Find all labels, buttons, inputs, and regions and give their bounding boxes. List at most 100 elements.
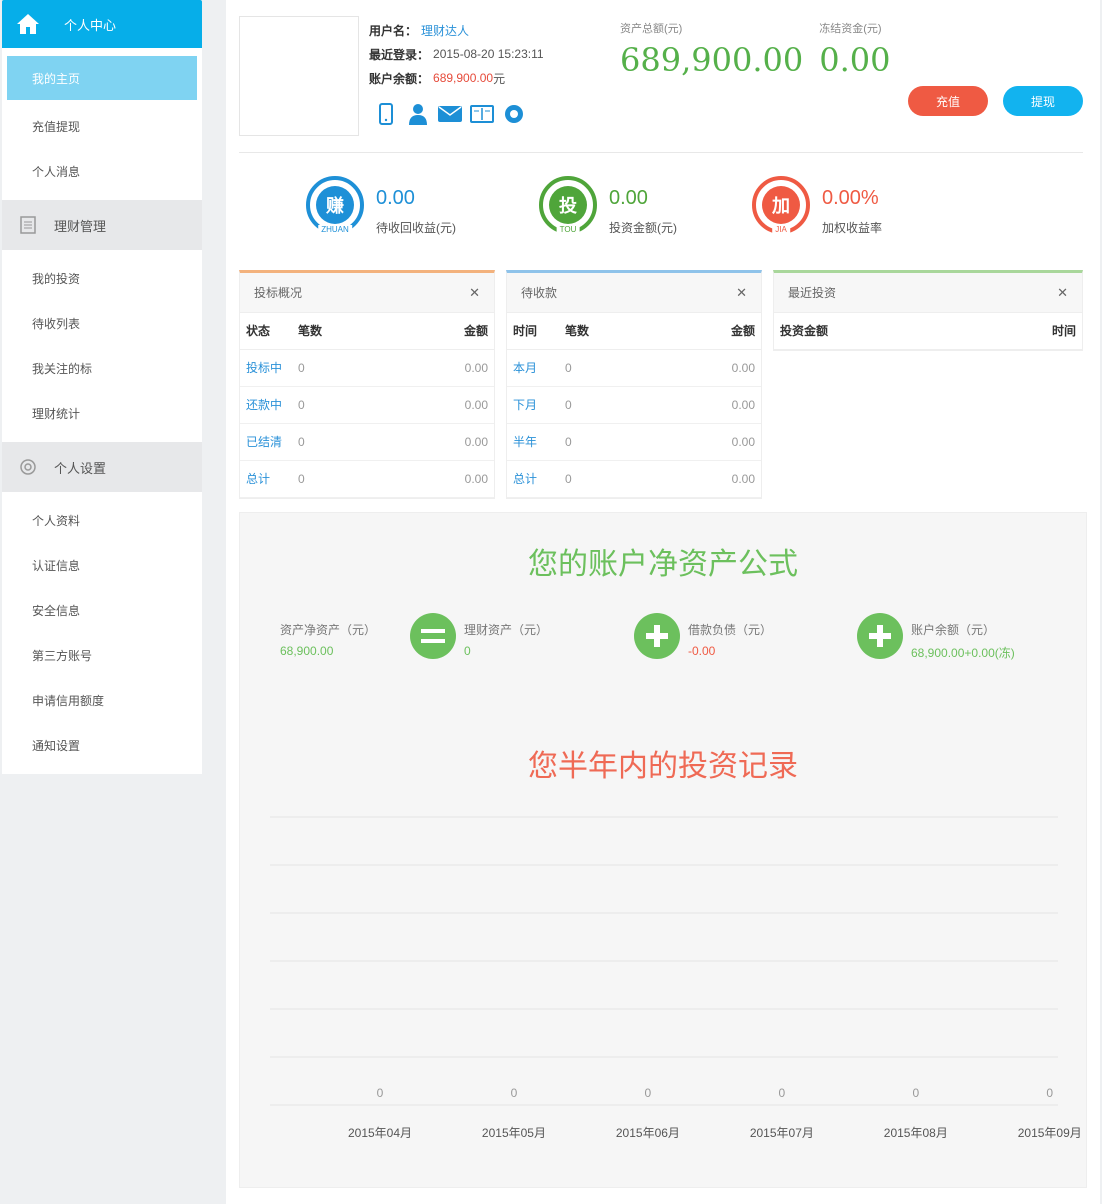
column-header: 笔数: [559, 313, 660, 350]
row-period-link[interactable]: 半年: [507, 423, 559, 461]
row-count: 0: [559, 386, 660, 424]
investment-chart: 0 2015年04月 0 2015年05月 0 2015年06月 0 2015年07月 0 201…: [270, 816, 1082, 1140]
total-assets-label: 资产总额(元): [620, 23, 683, 35]
row-count: 0: [559, 460, 660, 498]
home-icon: [16, 13, 39, 35]
bid-overview-table: 状态 笔数 金额 投标中 0 0.00 还款中 0 0.00 已结清 0 0.0…: [240, 313, 494, 498]
sidebar-item-investments[interactable]: 我的投资: [2, 256, 202, 301]
row-status-link[interactable]: 投标中: [240, 349, 292, 387]
yield-label: 加权收益率: [822, 221, 883, 235]
row-count: 0: [292, 460, 393, 498]
column-header: 时间: [507, 313, 559, 350]
withdraw-button[interactable]: 提现: [1003, 86, 1083, 116]
sidebar-item-messages[interactable]: 个人消息: [2, 149, 202, 194]
account-actions: 充值 提现: [908, 86, 1083, 116]
stat-earnings: 赚 ZHUAN 0.00 待收回收益(元): [306, 176, 456, 236]
earn-icon-glyph: 赚: [316, 186, 354, 224]
stat-yield: 加 JIA 0.00% 加权收益率: [752, 176, 882, 236]
row-amount: 0.00: [660, 386, 761, 424]
table-row: 还款中 0 0.00: [240, 386, 494, 424]
phone-icon[interactable]: [374, 102, 398, 126]
sidebar-item-security[interactable]: 安全信息: [2, 588, 202, 633]
close-icon[interactable]: ✕: [1057, 285, 1068, 301]
x-tick-label: 2015年06月: [616, 1126, 680, 1140]
row-period-link[interactable]: 下月: [507, 386, 559, 424]
row-period-link[interactable]: 总计: [507, 460, 559, 498]
sidebar-item-credit[interactable]: 申请信用额度: [2, 678, 202, 723]
yield-icon-tag: JIA: [772, 225, 790, 234]
row-status-link[interactable]: 总计: [240, 460, 292, 498]
net-asset-section: 您的账户净资产公式 资产净资产（元） 68,900.00 理财资产（元） 0 借…: [239, 512, 1087, 1188]
frozen-funds: 冻结资金(元) 0.00: [819, 20, 890, 78]
investment-label: 投资金额(元): [609, 221, 677, 235]
user-icon[interactable]: [406, 102, 430, 126]
close-icon[interactable]: ✕: [469, 285, 480, 301]
row-amount: 0.00: [393, 386, 494, 424]
profile-info: 用户名： 理财达人 最近登录： 2015-08-20 15:23:11 账户余额…: [369, 18, 544, 90]
total-assets: 资产总额(元) 689,900.00: [620, 20, 803, 78]
sidebar-section-settings[interactable]: 个人设置: [2, 442, 202, 492]
data-label: 0: [1046, 1086, 1053, 1100]
panel-header: 待收款 ✕: [507, 273, 761, 313]
username-label: 用户名：: [369, 23, 418, 38]
column-header: 笔数: [292, 313, 393, 350]
sidebar-section-label: 理财管理: [54, 218, 107, 234]
gear-icon: [18, 457, 38, 477]
earn-icon-tag: ZHUAN: [318, 225, 352, 234]
settings-icon[interactable]: [502, 102, 526, 126]
row-count: 0: [559, 349, 660, 387]
close-icon[interactable]: ✕: [736, 285, 747, 301]
panel-title: 投标概况: [254, 286, 303, 300]
sidebar-item-notifications[interactable]: 通知设置: [2, 723, 202, 768]
balance-value: 689,900.00: [433, 71, 494, 85]
avatar[interactable]: [239, 16, 359, 136]
frozen-funds-value: 0.00: [819, 41, 891, 79]
sidebar-group-personal: 我的主页 充值提现 个人消息: [2, 48, 202, 200]
balance-label: 账户余额：: [369, 71, 430, 86]
sidebar-item-profile[interactable]: 个人资料: [2, 498, 202, 543]
main-content: 用户名： 理财达人 最近登录： 2015-08-20 15:23:11 账户余额…: [226, 0, 1100, 1204]
row-period-link[interactable]: 本月: [507, 349, 559, 387]
row-amount: 0.00: [393, 349, 494, 387]
x-tick-label: 2015年08月: [884, 1126, 948, 1140]
sidebar-header[interactable]: 个人中心: [2, 0, 202, 48]
row-amount: 0.00: [660, 423, 761, 461]
x-tick-label: 2015年04月: [348, 1126, 412, 1140]
stat-earnings-text: 0.00 待收回收益(元): [376, 186, 456, 236]
recharge-button[interactable]: 充值: [908, 86, 988, 116]
panel-recent-investments: 最近投资 ✕ 投资金额 时间: [773, 270, 1083, 351]
email-icon[interactable]: [438, 102, 462, 126]
row-count: 0: [559, 423, 660, 461]
divider: [239, 152, 1083, 153]
plus-yield-icon: 加 JIA: [752, 176, 810, 234]
table-row: 已结清 0 0.00: [240, 423, 494, 461]
x-tick-label: 2015年07月: [750, 1126, 814, 1140]
sidebar-item-third-party[interactable]: 第三方账号: [2, 633, 202, 678]
sidebar: 个人中心 我的主页 充值提现 个人消息 理财管理 我的投资 待收列表 我关注的标…: [2, 0, 202, 774]
id-card-icon[interactable]: [470, 102, 494, 126]
row-status-link[interactable]: 还款中: [240, 386, 292, 424]
username-link[interactable]: 理财达人: [421, 22, 469, 39]
yield-value: 0.00%: [822, 187, 879, 209]
sidebar-group-settings: 个人资料 认证信息 安全信息 第三方账号 申请信用额度 通知设置: [2, 492, 202, 774]
earnings-value: 0.00: [376, 187, 415, 209]
sidebar-item-followed[interactable]: 我关注的标: [2, 346, 202, 391]
sidebar-item-homepage[interactable]: 我的主页: [7, 56, 197, 100]
data-label: 0: [779, 1086, 786, 1100]
sidebar-item-recharge[interactable]: 充值提现: [2, 104, 202, 149]
column-header: 状态: [240, 313, 292, 350]
row-amount: 0.00: [393, 460, 494, 498]
table-row: 总计 0 0.00: [240, 460, 494, 498]
profile-username-row: 用户名： 理财达人: [369, 18, 544, 42]
sidebar-item-receivables[interactable]: 待收列表: [2, 301, 202, 346]
total-assets-value: 689,900.00: [620, 41, 804, 79]
sidebar-section-finance[interactable]: 理财管理: [2, 200, 202, 250]
table-row: 本月 0 0.00: [507, 349, 761, 387]
data-label: 0: [912, 1086, 919, 1100]
sidebar-header-label: 个人中心: [64, 17, 117, 33]
sidebar-item-verification[interactable]: 认证信息: [2, 543, 202, 588]
row-count: 0: [292, 349, 393, 387]
row-status-link[interactable]: 已结清: [240, 423, 292, 461]
sidebar-item-statistics[interactable]: 理财统计: [2, 391, 202, 436]
row-amount: 0.00: [660, 349, 761, 387]
